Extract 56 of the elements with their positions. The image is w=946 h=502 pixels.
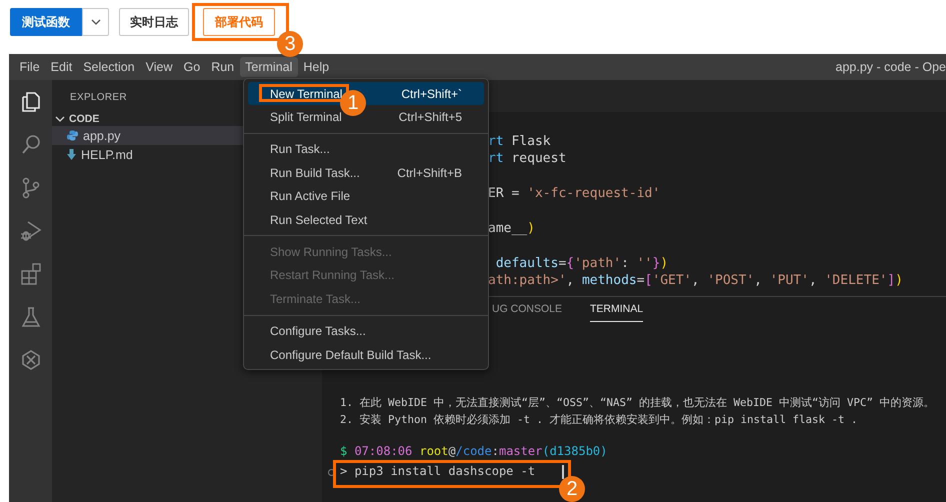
menu-item[interactable]: Go — [178, 57, 206, 77]
test-button[interactable]: 测试函数 — [10, 8, 82, 36]
code-line: rt Flask — [488, 133, 552, 150]
code-line: rt request — [488, 150, 568, 168]
menu-option[interactable]: Run Build Task... Ctrl+Shift+B — [248, 161, 484, 185]
step-badge: 3 — [277, 31, 303, 57]
terminal-line: 1. 在此 WebIDE 中，无法直接测试“层”、“OSS”、“NAS” 的挂载，也无法在 WebIDE 中测试“访问 VPC” 中的资源。 — [340, 395, 936, 411]
option-label: Terminate Task... — [270, 292, 360, 306]
command-marker — [328, 469, 335, 476]
text-cursor — [562, 464, 564, 478]
chevron-icon — [55, 114, 65, 124]
option-label: Run Task... — [270, 142, 330, 156]
option-label: Configure Tasks... — [270, 324, 366, 338]
flask-icon[interactable] — [18, 305, 42, 329]
menu-item[interactable]: Help — [298, 57, 335, 77]
option-label: Run Build Task... — [270, 166, 360, 180]
step-badge: 1 — [340, 90, 366, 116]
menu-option[interactable]: Run Active File — [248, 184, 484, 208]
menu-option[interactable]: Run Selected Text — [248, 208, 484, 232]
caret-icon — [90, 19, 100, 25]
option-label: Split Terminal — [270, 110, 342, 124]
option-label: Show Running Tasks... — [270, 245, 392, 260]
code-line: defaults={'path': ''}) — [494, 254, 670, 272]
log-button[interactable]: 实时日志 — [119, 8, 189, 36]
step-badge: 2 — [559, 476, 586, 502]
menu-item[interactable]: File — [14, 57, 46, 77]
option-label: Run Active File — [270, 189, 350, 204]
menu-item[interactable]: Selection — [78, 57, 140, 77]
extensions-icon[interactable] — [18, 262, 42, 286]
shortcut-label: Ctrl+Shift+B — [397, 166, 462, 180]
shortcut-label: Ctrl+Shift+5 — [398, 110, 462, 124]
panel-title: EXPLORER — [70, 92, 127, 103]
code-line: ame__) — [488, 220, 536, 238]
panel-tab[interactable]: TERMINAL — [590, 303, 644, 322]
code-line: ath:path>', methods=['GET', 'POST', 'PUT', 'DELETE']) — [488, 272, 904, 290]
down-arrow-icon — [67, 149, 76, 160]
shortcut-label: Ctrl+Shift+` — [401, 86, 462, 101]
option-label: New Terminal — [270, 86, 342, 101]
option-label: Configure Default Build Task... — [270, 348, 432, 362]
menu-item[interactable]: Run — [206, 57, 240, 77]
menu-option[interactable]: Configure Default Build Task... — [248, 342, 484, 366]
window-title: app.py - code - Ope — [836, 60, 946, 74]
option-label: Run Selected Text — [270, 212, 368, 227]
menu-item[interactable]: Terminal — [240, 57, 298, 77]
terminal-prompt: $ 07:08:06 root@/code:master(d1385b0) — [340, 443, 608, 460]
menu-item[interactable]: Edit — [45, 57, 78, 77]
option-label: Restart Running Task... — [270, 268, 395, 282]
terminal-line: 2. 安装 Python 依赖时必须添加 -t . 才能正确将依赖安装到中。例如：pip install flask -t . — [340, 412, 859, 428]
menu-item[interactable]: View — [140, 57, 178, 77]
python-icon — [67, 130, 78, 141]
menu-option[interactable]: Configure Tasks... — [248, 320, 484, 343]
terminal-command: > pip3 install dashscope -t — [340, 463, 536, 480]
panel-tab[interactable]: UG CONSOLE — [492, 303, 562, 322]
dropdown-button[interactable] — [82, 8, 109, 36]
debug-icon[interactable] — [18, 219, 42, 243]
code-line: ER = 'x-fc-request-id' — [488, 185, 662, 203]
